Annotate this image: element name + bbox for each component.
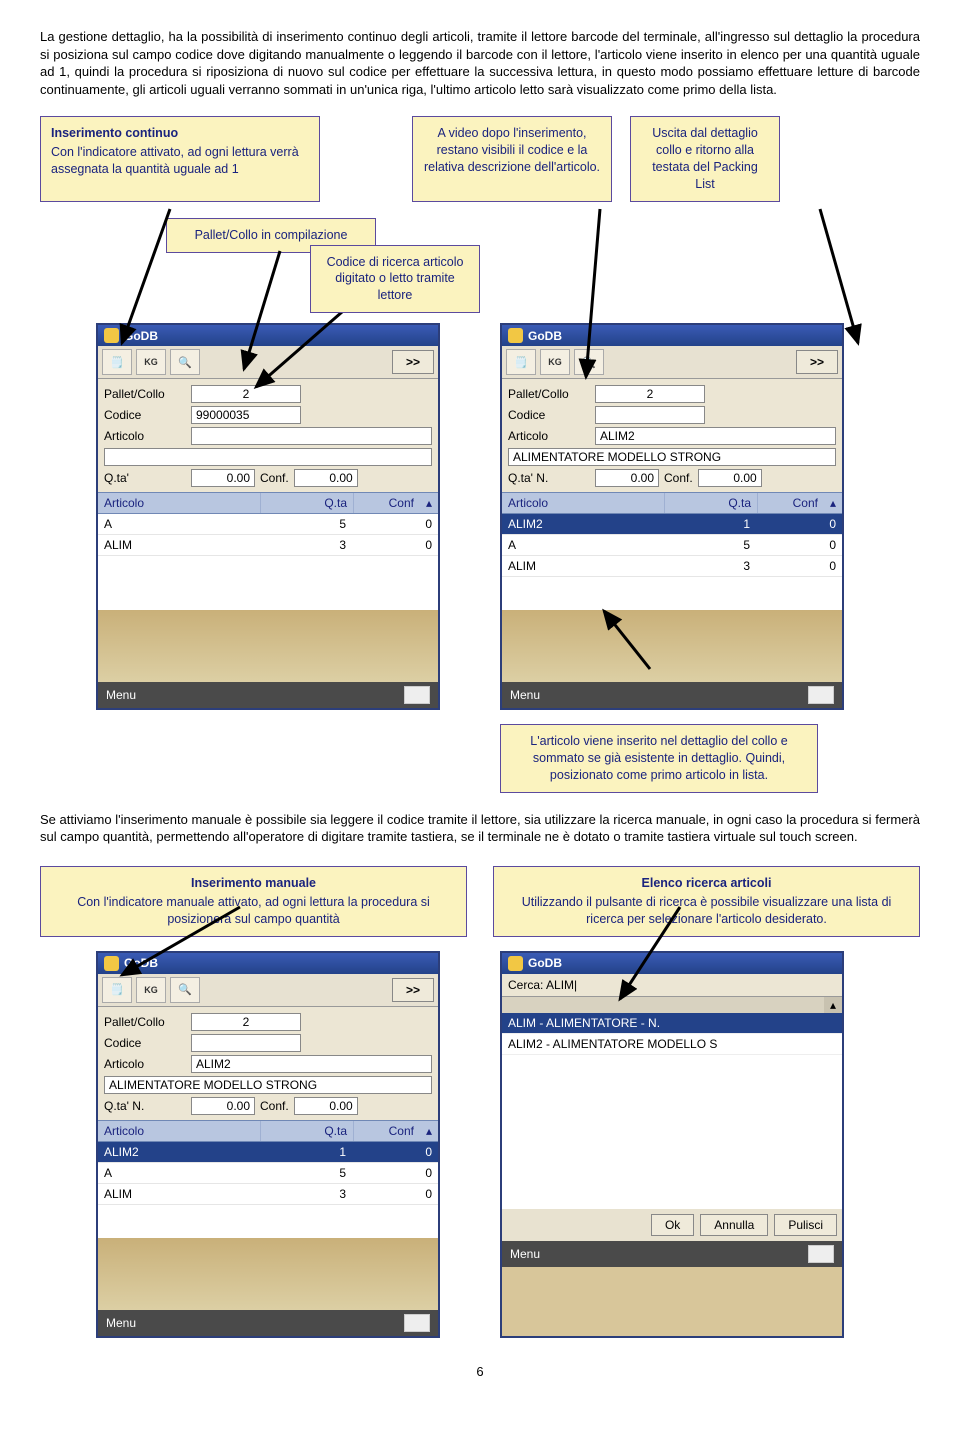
col-qta: Q.ta (261, 1121, 354, 1141)
descrizione-field[interactable]: ALIMENTATORE MODELLO STRONG (104, 1076, 432, 1094)
keyboard-icon[interactable] (404, 1314, 430, 1332)
callout-title: Inserimento continuo (51, 125, 309, 142)
col-conf: Conf (354, 1121, 420, 1141)
table-row[interactable]: A50 (98, 1163, 438, 1184)
col-articolo: Articolo (98, 1121, 261, 1141)
page-number: 6 (40, 1364, 920, 1379)
conf-field[interactable]: 0.00 (294, 1097, 358, 1115)
table-body: ALIM210A50ALIM30 (98, 1142, 438, 1238)
callout-articolo-inserito: L'articolo viene inserito nel dettaglio … (500, 724, 818, 793)
label-qtan: Q.ta' N. (104, 1099, 186, 1113)
annulla-button[interactable]: Annulla (700, 1214, 768, 1236)
arrows-overlay-1 (40, 147, 940, 707)
arrows-overlay-2 (40, 853, 940, 1053)
callout-body: L'articolo viene inserito nel dettaglio … (530, 734, 787, 782)
callout-codice-ricerca: Codice di ricerca articolo digitato o le… (310, 245, 480, 314)
ok-button[interactable]: Ok (651, 1214, 694, 1236)
pulisci-button[interactable]: Pulisci (774, 1214, 837, 1236)
menu-button[interactable]: Menu (510, 1247, 540, 1261)
screens-row-2: GoDB 🗒️ KG 🔍 >> Pallet/Collo2 Codice Art… (96, 951, 920, 1338)
table-row[interactable]: ALIM210 (98, 1142, 438, 1163)
label-conf: Conf. (260, 1099, 289, 1113)
intro-paragraph: La gestione dettaglio, ha la possibilità… (40, 28, 920, 98)
keyboard-icon[interactable] (808, 1245, 834, 1263)
background-strip (98, 1238, 438, 1310)
scroll-up-icon[interactable]: ▴ (420, 1121, 438, 1141)
table-header: Articolo Q.ta Conf ▴ (98, 1120, 438, 1142)
menubar: Menu (502, 1241, 842, 1267)
para-manuale: Se attiviamo l'inserimento manuale è pos… (40, 811, 920, 846)
label-articolo: Articolo (104, 1057, 186, 1071)
screens-row-1: GoDB 🗒️ KG 🔍 >> Pallet/Collo2 Codice9900… (96, 323, 920, 710)
table-row[interactable]: ALIM30 (98, 1184, 438, 1205)
articolo-field[interactable]: ALIM2 (191, 1055, 432, 1073)
menubar: Menu (98, 1310, 438, 1336)
button-row: Ok Annulla Pulisci (502, 1209, 842, 1241)
callout-body: Codice di ricerca articolo digitato o le… (327, 255, 464, 303)
menu-button[interactable]: Menu (106, 1316, 136, 1330)
qta-field[interactable]: 0.00 (191, 1097, 255, 1115)
